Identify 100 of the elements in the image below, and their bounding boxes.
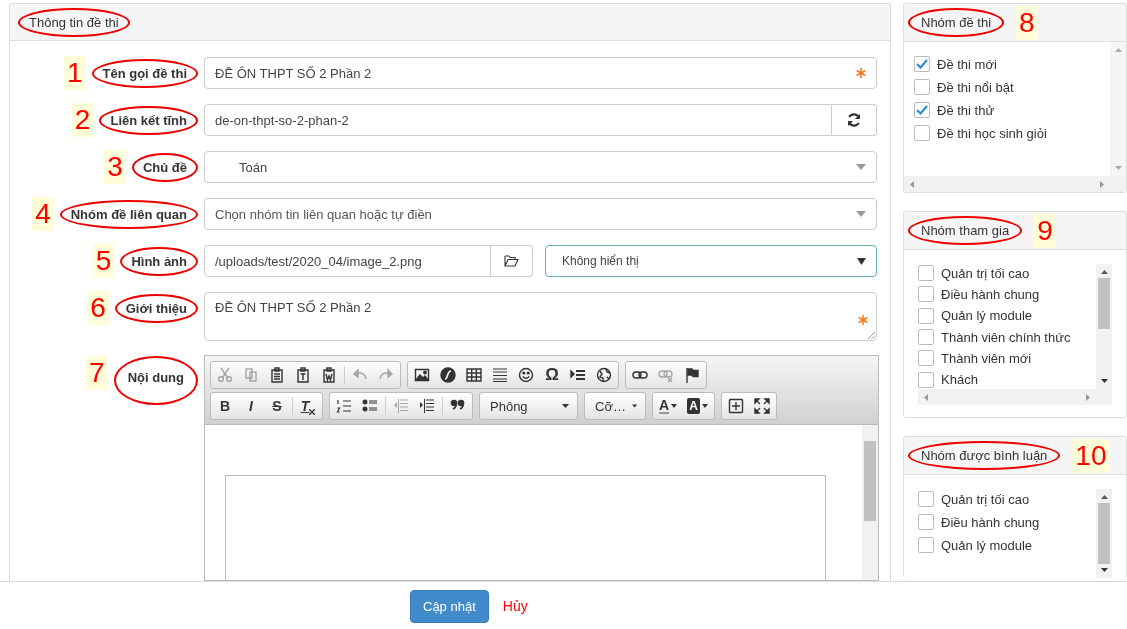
checkbox[interactable] [918,307,934,324]
scrollbar-thumb[interactable] [1098,278,1110,329]
caret-icon [857,257,866,265]
page-break-icon [570,367,586,383]
strikethrough-button[interactable]: S [264,394,290,418]
checkbox[interactable] [918,491,934,507]
checkbox-item[interactable]: Thành viên chính thức [918,328,1096,347]
checkbox-item[interactable]: Thành viên mới [918,349,1096,368]
panel-title: Thông tin đề thi [18,7,130,37]
name-field[interactable]: ĐỀ ÔN THPT SỐ 2 Phần 2 [204,57,877,89]
smiley-icon [518,367,534,383]
annotation-number: 3 [104,150,126,184]
flag-icon [684,367,700,383]
checkbox-item[interactable]: Quản lý module [918,535,1096,555]
link-field[interactable]: de-on-thpt-so-2-phan-2 [204,104,832,136]
indent-icon [419,398,435,414]
remove-format-button[interactable]: T [295,394,321,418]
checkbox[interactable] [918,537,934,553]
clipboard-icon [269,367,285,383]
annotation-number: 9 [1034,213,1056,248]
globe-icon [596,367,612,383]
display-select[interactable]: Không hiển thị [545,245,877,277]
disc-icon [440,367,456,383]
clipboard-icon [295,367,311,383]
maximize-icon [753,398,770,414]
field-label: Nội dung [113,356,198,405]
caret-icon [856,211,866,217]
checkbox-item[interactable]: Quản trị tối cao [918,264,1096,283]
annotation-number: 4 [32,197,54,231]
horizontal-lines-icon [492,367,508,383]
scroll-right-icon[interactable] [1100,180,1104,188]
checkbox-item[interactable]: Đề thi học sinh giỏi [914,123,1100,143]
scroll-up-icon[interactable] [1100,495,1108,499]
annotation-number: 6 [87,291,109,325]
bullet-list-icon [362,398,378,414]
update-button[interactable]: Cập nhật [410,589,489,623]
checkbox-item[interactable]: Đề thi thử [914,100,1100,120]
annotation-number: 7 [86,356,108,390]
checkbox-item[interactable]: Đề thi mới [914,54,1100,74]
special-character-button[interactable]: Ω [539,363,565,387]
cross-icon [309,409,316,415]
scroll-right-icon[interactable] [1086,393,1090,401]
field-label: Giới thiệu [114,293,198,323]
clipboard-icon [321,367,337,383]
unlink-icon [658,367,674,383]
scroll-left-icon[interactable] [910,180,914,188]
checkbox[interactable] [918,514,934,530]
browse-button[interactable] [491,245,533,277]
format-dropdown[interactable]: Phông [479,392,578,420]
annotation-number: 5 [92,244,115,278]
caret-icon [562,404,569,408]
refresh-icon [846,112,862,128]
scroll-down-icon[interactable] [1100,568,1108,572]
checkbox-item[interactable]: Quản lý module [918,306,1096,325]
refresh-button[interactable] [832,104,877,136]
field-label: Liên kết tĩnh [99,105,198,135]
scroll-up-icon[interactable] [1100,270,1108,274]
checkbox[interactable] [914,102,930,118]
panel-title: Nhóm đề thi [908,8,1005,37]
annotation-number: 8 [1016,5,1038,40]
scissors-icon [217,367,233,383]
text-color-button[interactable]: A [654,394,683,418]
scroll-down-icon[interactable] [1100,379,1108,383]
topic-select[interactable]: Toán [204,151,877,183]
cancel-link[interactable]: Hủy [502,598,528,614]
table-icon [466,367,482,383]
checkbox[interactable] [914,79,930,95]
italic-button[interactable]: I [238,394,264,418]
numbered-list-icon [336,398,352,414]
caret-icon [631,404,637,408]
format-dropdown[interactable]: Cỡ… [584,392,646,420]
group-select[interactable]: Chọn nhóm tin liên quan hoặc tự điền [204,198,877,230]
intro-textarea[interactable]: ĐỀ ÔN THPT SỐ 2 Phần 2 [204,292,877,341]
annotation-number: 10 [1072,438,1110,473]
checkbox[interactable] [918,350,934,367]
checkbox-item[interactable]: Đề thi nổi bật [914,77,1100,97]
checkbox[interactable] [918,329,934,346]
checkbox-item[interactable]: Điều hành chung [918,512,1096,532]
image-path-field[interactable]: /uploads/test/2020_04/image_2.png [204,245,491,277]
caret-icon [671,404,678,408]
checkbox[interactable] [914,125,930,141]
checkbox[interactable] [914,56,930,72]
background-color-button[interactable]: A [682,394,713,418]
folder-icon [504,255,519,267]
field-label: Nhóm đề liên quan [59,199,198,229]
caret-icon [701,404,708,408]
checkbox-item[interactable]: Điều hành chung [918,285,1096,304]
checkbox[interactable] [918,265,934,282]
caret-icon [856,164,866,170]
checkbox-item[interactable]: Quản trị tối cao [918,489,1096,509]
checkbox[interactable] [918,371,934,388]
bold-button[interactable]: B [212,394,238,418]
scrollbar-thumb[interactable] [1098,503,1110,564]
field-label: Tên gọi đề thi [91,58,198,88]
outdent-icon [393,398,409,414]
annotation-number: 1 [63,56,86,90]
panel-title: Nhóm được bình luận [908,441,1061,470]
checkbox[interactable] [918,286,934,303]
scroll-left-icon[interactable] [924,393,928,401]
checkbox-item[interactable]: Khách [918,370,1096,389]
